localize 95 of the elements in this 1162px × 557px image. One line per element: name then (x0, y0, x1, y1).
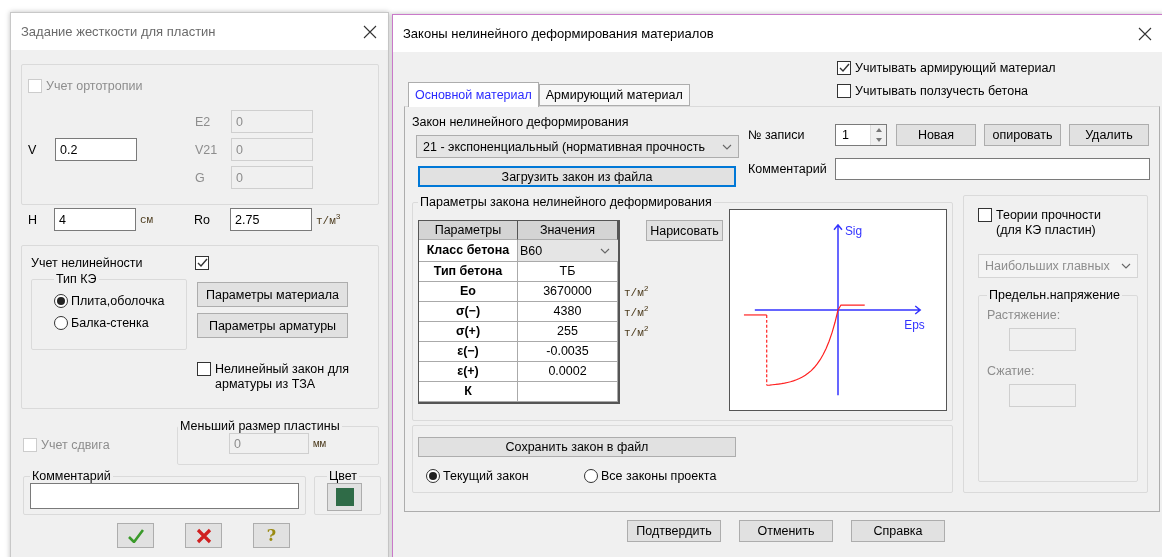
group-title: Параметры закона нелинейного деформирования (419, 195, 713, 209)
comment-field[interactable] (835, 158, 1150, 180)
window-title: Задание жесткости для пластин (21, 24, 216, 39)
unit-label: т/м$^{2}$ (623, 303, 649, 319)
caret-icon (722, 143, 732, 150)
record-button[interactable]: Удалить (1069, 124, 1149, 146)
unit-label: т/м$^{3}$ (315, 212, 341, 227)
checkbox-label: Учет ортотропии (46, 79, 143, 93)
input-field[interactable]: 4 (54, 208, 136, 231)
checkbox[interactable] (978, 208, 992, 222)
unit-label: мм (312, 437, 327, 450)
input-field[interactable]: 2.75 (230, 208, 312, 231)
group-title: Меньший размер пластины (179, 419, 341, 433)
field-label: Закон нелинейного деформирования (412, 115, 630, 129)
comment-field[interactable] (30, 483, 299, 509)
record-button[interactable]: опировать (984, 124, 1061, 146)
check-icon (127, 528, 144, 543)
checkbox-label: Учет сдвига (41, 438, 110, 452)
cross-icon (195, 527, 212, 544)
checkbox-label: Теории прочности (для КЭ пластин) (996, 208, 1102, 238)
table-cell: 3670000 (518, 282, 618, 302)
table-cell: σ(−) (419, 302, 518, 322)
unit-label: т/м$^{2}$ (623, 323, 649, 339)
field-label: Сжатие: (987, 364, 1036, 378)
unit-label: см (139, 213, 155, 226)
radio-label: Все законы проекта (601, 469, 717, 483)
field-label: H (28, 212, 39, 227)
caret-icon (1121, 263, 1131, 269)
checkbox[interactable] (837, 61, 851, 75)
field-label: № записи (748, 128, 806, 142)
action-button[interactable]: Параметры материала (197, 282, 348, 307)
radio-label: Балка-стенка (71, 316, 149, 330)
input-field[interactable]: 0.2 (55, 138, 137, 161)
checkbox-label: Учет нелинейности (31, 256, 144, 270)
axis-label: Eps (904, 317, 925, 332)
tab[interactable]: Армирующий материал (538, 84, 690, 106)
table-cell: Тип бетона (419, 262, 518, 282)
dialog-button[interactable]: Отменить (739, 520, 833, 542)
close-icon (363, 24, 377, 39)
table-cell: 255 (518, 322, 618, 342)
action-button[interactable]: Параметры арматуры (197, 313, 348, 338)
field-label: G (195, 170, 206, 185)
table-cell: 4380 (518, 302, 618, 322)
checkbox-label: Нелинейный закон для арматуры из ТЗА (215, 362, 350, 392)
table-cell: ε(−) (419, 342, 518, 362)
group-title: Комментарий (31, 469, 112, 483)
field-label: Ro (194, 212, 211, 227)
checkbox[interactable] (837, 84, 851, 98)
dialog-button[interactable]: Подтвердить (627, 520, 721, 542)
table-cell: ε(+) (419, 362, 518, 382)
radio-button[interactable] (426, 469, 440, 483)
table-cell: ТБ (518, 262, 618, 282)
group-title: Тип КЭ (55, 272, 98, 286)
group-title: Цвет (328, 469, 358, 483)
dialog-button[interactable]: Справка (851, 520, 945, 542)
field-label: V (28, 142, 38, 157)
checkbox[interactable] (197, 362, 211, 376)
checkbox[interactable] (195, 256, 209, 270)
field-label: Комментарий (748, 162, 828, 176)
checkbox-label: Учитывать армирующий материал (855, 61, 1056, 75)
checkbox-label: Учитывать ползучесть бетона (855, 84, 1028, 98)
caret-icon (600, 247, 610, 254)
input-field[interactable] (1009, 384, 1076, 407)
column-header: Параметры (419, 221, 518, 240)
record-button[interactable]: Новая (896, 124, 976, 146)
radio-button[interactable] (54, 316, 68, 330)
table-cell: -0.0035 (518, 342, 618, 362)
tab[interactable]: Основной материал (408, 82, 539, 107)
save-button[interactable]: Сохранить закон в файл (418, 437, 736, 457)
radio-label: Текущий закон (443, 469, 529, 483)
unit-label: т/м$^{2}$ (623, 283, 649, 299)
input-field[interactable] (1009, 328, 1076, 351)
draw-button[interactable]: Нарисовать (646, 220, 723, 241)
number-spinner[interactable]: 1 (835, 124, 887, 146)
table-cell: 0.0002 (518, 362, 618, 382)
radio-button[interactable] (54, 294, 68, 308)
field-label: V21 (195, 142, 219, 157)
load-button[interactable]: Загрузить закон из файла (418, 166, 736, 187)
table-cell: σ(+) (419, 322, 518, 342)
group-title: Предельн.напряжение (988, 288, 1121, 302)
ok-button[interactable] (117, 523, 154, 548)
color-button[interactable] (327, 483, 362, 511)
axis-label: Sig (844, 223, 863, 238)
radio-label: Плита,оболочка (71, 294, 165, 308)
radio-button[interactable] (584, 469, 598, 483)
field-label: E2 (195, 114, 212, 129)
cancel-button[interactable] (185, 523, 222, 548)
close-icon (1138, 26, 1152, 41)
window-title: Законы нелинейного деформирования материалов (403, 26, 714, 41)
column-header: Значения (518, 221, 618, 240)
law-select[interactable]: 21 - экспоненциальный (нормативная прочность (416, 135, 739, 158)
table-cell: К (419, 382, 518, 402)
table-cell: Eo (419, 282, 518, 302)
field-label: Растяжение: (987, 308, 1062, 322)
cell-select[interactable]: B60 (518, 240, 618, 262)
